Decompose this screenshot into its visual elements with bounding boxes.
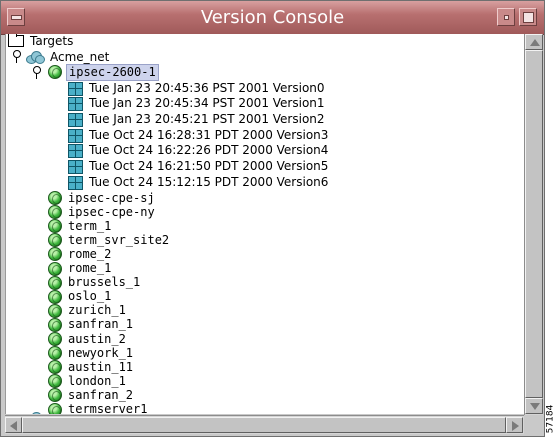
router-globe-icon <box>48 317 62 332</box>
tree-node-ipsec-2600-1[interactable]: ipsec-2600-1 <box>48 63 159 81</box>
horizontal-scrollbar[interactable] <box>5 415 524 434</box>
tree-node-label: Tue Jan 23 20:45:21 PST 2001 Version2 <box>89 111 325 126</box>
scroll-up-button[interactable] <box>525 34 543 50</box>
router-globe-icon <box>48 388 62 403</box>
cloud-icon <box>26 412 44 414</box>
expand-handle-icon[interactable] <box>32 66 42 80</box>
figure-id-text: 57184 <box>545 404 556 434</box>
router-globe-icon <box>48 332 62 346</box>
tree-node-label: termserver1 <box>68 402 148 414</box>
config-version-icon <box>68 128 83 143</box>
router-globe-icon <box>48 219 62 234</box>
window-title: Version Console <box>200 7 345 28</box>
arrow-right-icon <box>512 421 519 431</box>
router-globe-icon <box>48 205 62 220</box>
config-version-icon <box>68 81 83 96</box>
scroll-right-button[interactable] <box>506 417 523 433</box>
router-globe-icon <box>48 303 62 318</box>
tree-node-targets[interactable]: Targets <box>8 34 75 49</box>
tree-node-label: Targets <box>30 34 74 48</box>
minimize-icon <box>504 15 509 20</box>
router-globe-icon <box>48 233 62 248</box>
folder-icon <box>8 34 24 47</box>
arrow-down-icon <box>530 403 540 410</box>
expand-handle-icon[interactable] <box>12 50 22 64</box>
config-version-icon <box>68 175 83 190</box>
router-globe-icon <box>48 261 62 276</box>
scroll-down-button[interactable] <box>525 398 543 414</box>
tree-node-partial[interactable] <box>26 410 48 414</box>
tree-node-label: Tue Oct 24 16:21:50 PDT 2000 Version5 <box>89 159 329 173</box>
title-bar[interactable]: Version Console <box>1 1 544 35</box>
tree-node-version[interactable]: Tue Jan 23 20:45:34 PST 2001 Version1 <box>68 96 327 112</box>
maximize-icon <box>523 12 534 23</box>
tree-node-version[interactable]: Tue Oct 24 16:28:31 PDT 2000 Version3 <box>68 127 330 143</box>
version-console-window: Version Console Targets Acme_net ipsec-2… <box>0 0 545 437</box>
router-globe-icon <box>48 65 62 79</box>
router-globe-icon <box>48 289 62 304</box>
arrow-left-icon <box>10 421 17 431</box>
minimize-button[interactable] <box>497 8 515 26</box>
maximize-button[interactable] <box>519 8 537 26</box>
tree-node-version[interactable]: Tue Jan 23 20:45:21 PST 2001 Version2 <box>68 111 327 127</box>
router-globe-icon <box>48 191 62 205</box>
router-globe-icon <box>48 374 62 389</box>
tree-node-label: Tue Jan 23 20:45:34 PST 2001 Version1 <box>89 96 325 111</box>
tree-node-label: Acme_net <box>50 49 110 64</box>
tree-node-label: ipsec-2600-1 <box>66 63 159 81</box>
tree-node-device[interactable]: termserver1 <box>48 402 149 414</box>
config-version-icon <box>68 144 83 159</box>
router-globe-icon <box>48 402 62 414</box>
tree-node-label: Tue Jan 23 20:45:36 PST 2001 Version0 <box>89 80 325 95</box>
tree-node-version[interactable]: Tue Oct 24 15:12:15 PDT 2000 Version6 <box>68 174 330 190</box>
config-version-icon <box>68 97 83 112</box>
tree-node-label: Tue Oct 24 16:22:26 PDT 2000 Version4 <box>89 143 329 158</box>
vertical-scroll-thumb[interactable] <box>525 50 543 398</box>
scrollbar-corner <box>524 415 543 434</box>
cloud-icon <box>26 51 45 64</box>
tree-node-label: Tue Oct 24 16:28:31 PDT 2000 Version3 <box>89 127 329 142</box>
tree-node-version[interactable]: Tue Oct 24 16:22:26 PDT 2000 Version4 <box>68 143 330 159</box>
target-tree[interactable]: Targets Acme_net ipsec-2600-1 Tue Jan 23… <box>5 34 524 414</box>
router-globe-icon <box>48 360 62 375</box>
scroll-left-button[interactable] <box>5 417 22 433</box>
router-globe-icon <box>48 247 62 262</box>
config-version-icon <box>68 112 83 127</box>
tree-node-version[interactable]: Tue Jan 23 20:45:36 PST 2001 Version0 <box>68 80 327 96</box>
vertical-scrollbar[interactable] <box>524 34 543 415</box>
figure-id: 57184 <box>545 404 558 436</box>
router-globe-icon <box>48 275 62 290</box>
router-globe-icon <box>48 346 62 361</box>
horizontal-scroll-thumb[interactable] <box>22 417 506 433</box>
tree-node-version[interactable]: Tue Oct 24 16:21:50 PDT 2000 Version5 <box>68 159 330 175</box>
tree-node-label: Tue Oct 24 15:12:15 PDT 2000 Version6 <box>89 174 329 189</box>
arrow-up-icon <box>530 39 540 46</box>
config-version-icon <box>68 160 83 174</box>
